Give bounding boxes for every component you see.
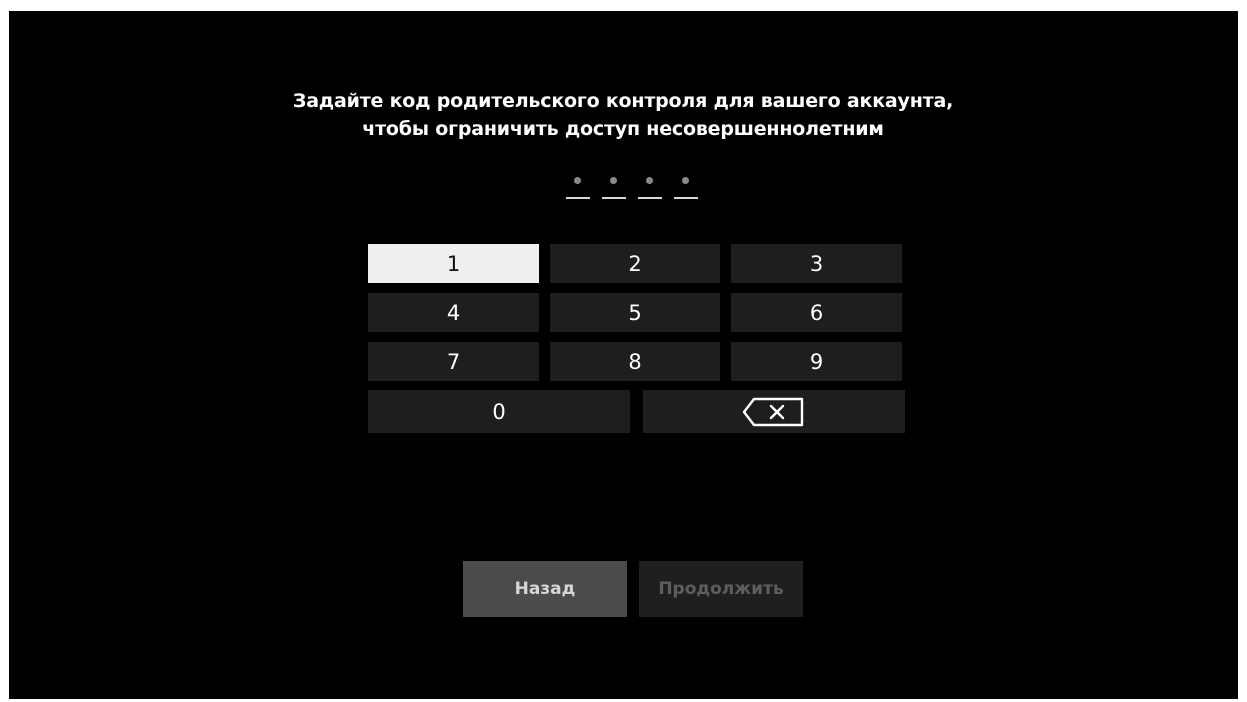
pin-underline <box>674 197 698 199</box>
back-button[interactable]: Назад <box>463 561 627 617</box>
key-7[interactable]: 7 <box>368 342 539 381</box>
key-2[interactable]: 2 <box>550 244 720 283</box>
pin-dot-icon <box>682 177 689 184</box>
pin-dot-icon <box>574 177 581 184</box>
pin-code-field <box>563 173 703 203</box>
continue-button[interactable]: Продолжить <box>639 561 803 617</box>
page-title: Задайте код родительского контроля для в… <box>146 87 1100 143</box>
pin-underline <box>602 197 626 199</box>
pin-slot-3 <box>638 173 662 203</box>
pin-underline <box>566 197 590 199</box>
pin-dot-icon <box>610 177 617 184</box>
key-6[interactable]: 6 <box>731 293 902 332</box>
key-5[interactable]: 5 <box>550 293 720 332</box>
key-4[interactable]: 4 <box>368 293 539 332</box>
pin-dot-icon <box>646 177 653 184</box>
key-1[interactable]: 1 <box>368 244 539 283</box>
pin-slot-1 <box>566 173 590 203</box>
key-9[interactable]: 9 <box>731 342 902 381</box>
key-3[interactable]: 3 <box>731 244 902 283</box>
pin-underline <box>638 197 662 199</box>
backspace-button[interactable] <box>643 390 905 433</box>
title-line-1: Задайте код родительского контроля для в… <box>292 90 954 112</box>
pin-slot-2 <box>602 173 626 203</box>
title-line-2: чтобы ограничить доступ несовершеннолетн… <box>362 118 884 140</box>
key-0[interactable]: 0 <box>368 390 630 433</box>
backspace-icon <box>742 397 804 426</box>
key-8[interactable]: 8 <box>550 342 720 381</box>
pin-slot-4 <box>674 173 698 203</box>
parental-control-screen: Задайте код родительского контроля для в… <box>9 11 1238 699</box>
